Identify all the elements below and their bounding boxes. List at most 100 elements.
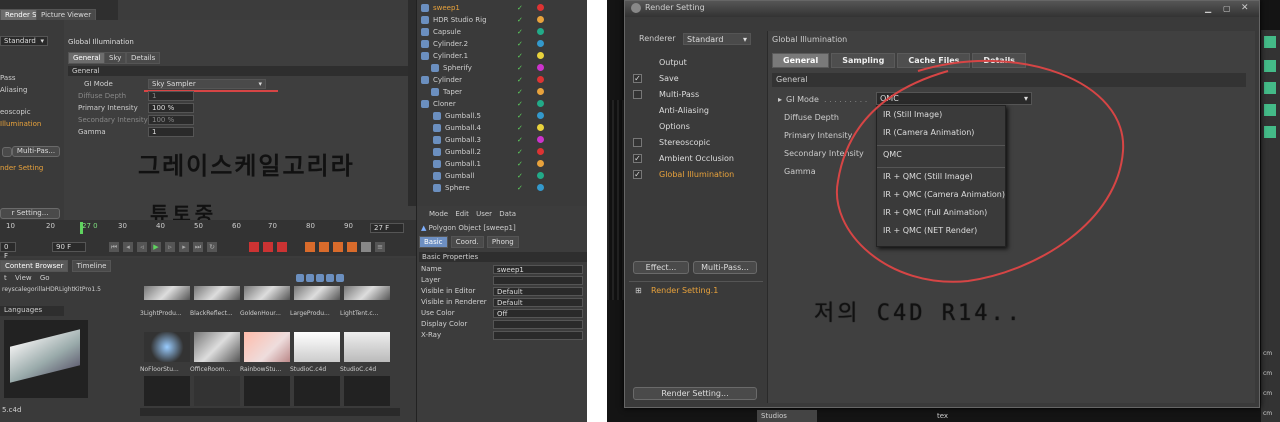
search-icon[interactable]	[296, 274, 304, 282]
check-icon[interactable]: ✓	[517, 110, 523, 122]
back-icon[interactable]	[306, 274, 314, 282]
thumbnail[interactable]	[194, 332, 240, 362]
cb-languages[interactable]: Languages	[0, 306, 64, 316]
record-icon[interactable]	[248, 241, 260, 253]
next-key-icon[interactable]: ▸	[178, 241, 190, 253]
prop-value[interactable]	[493, 276, 583, 285]
check-icon[interactable]: ✓	[517, 98, 523, 110]
object-row[interactable]: HDR Studio Rig ✓	[421, 14, 581, 26]
play-icon[interactable]: ▶	[150, 241, 162, 253]
object-row[interactable]: Cylinder.2 ✓	[421, 38, 581, 50]
thumbnail[interactable]	[144, 286, 190, 300]
checkbox[interactable]	[633, 138, 642, 147]
forward-icon[interactable]	[316, 274, 324, 282]
multipass-button[interactable]: Multi-Pas...	[12, 146, 60, 157]
attr-menu-item[interactable]: User Data	[476, 210, 516, 218]
expand-icon[interactable]: ⊞	[635, 286, 642, 295]
keyframe-icon[interactable]	[276, 241, 288, 253]
settings-item[interactable]: ✓ Ambient Occlusion	[625, 151, 765, 167]
thumbnail[interactable]	[294, 332, 340, 362]
renderer-select[interactable]: Standard ▾	[0, 36, 48, 46]
thumbnail[interactable]	[344, 286, 390, 300]
check-icon[interactable]: ✓	[517, 62, 523, 74]
param-field[interactable]: 100 %	[148, 115, 194, 125]
renderer-select[interactable]: Standard ▾	[683, 33, 751, 45]
effect-button[interactable]: Effect...	[633, 261, 689, 274]
multipass-button[interactable]: Multi-Pass...	[693, 261, 757, 274]
thumbnail[interactable]	[144, 376, 190, 406]
check-icon[interactable]: ✓	[517, 158, 523, 170]
material-tag-icon[interactable]	[537, 136, 544, 143]
current-frame-field[interactable]: 27 F	[370, 223, 404, 233]
check-icon[interactable]: ✓	[517, 50, 523, 62]
settings-item[interactable]: Options	[625, 119, 765, 135]
sidebar-item[interactable]: eoscopic	[0, 106, 31, 118]
render-setting-button[interactable]: Render Setting...	[633, 387, 757, 400]
param-field[interactable]: 100 %	[148, 103, 194, 113]
autokey-icon[interactable]	[262, 241, 274, 253]
prop-value[interactable]: sweep1	[493, 265, 583, 274]
param-key-icon[interactable]	[346, 241, 358, 253]
object-row[interactable]: Cloner ✓	[421, 98, 581, 110]
sort-icon[interactable]	[336, 274, 344, 282]
object-row[interactable]: Cylinder ✓	[421, 74, 581, 86]
render-setting-button[interactable]: r Setting...	[0, 208, 60, 219]
timeline-ruler[interactable]: 10 20 27 0 30 40 50 60 70 80 90	[0, 222, 416, 234]
object-row[interactable]: Capsule ✓	[421, 26, 581, 38]
settings-item[interactable]: Multi-Pass	[625, 87, 765, 103]
cb-menu-item[interactable]: Go	[40, 274, 50, 282]
settings-item[interactable]: Anti-Aliasing	[625, 103, 765, 119]
tool-icon[interactable]	[1264, 104, 1276, 116]
checkbox[interactable]: ✓	[633, 74, 642, 83]
settings-item[interactable]: Output	[625, 55, 765, 71]
menu-icon[interactable]: ≡	[374, 241, 386, 253]
material-tag-icon[interactable]	[537, 184, 544, 191]
checkbox[interactable]: ✓	[633, 154, 642, 163]
scrollbar[interactable]	[408, 0, 416, 206]
attr-menu-item[interactable]: Mode	[429, 210, 448, 218]
check-icon[interactable]: ✓	[517, 14, 523, 26]
cb-scrollbar[interactable]	[140, 408, 400, 416]
material-tag-icon[interactable]	[537, 40, 544, 47]
thumbnail[interactable]	[294, 286, 340, 300]
thumbnail[interactable]	[244, 332, 290, 362]
prop-value[interactable]: Off	[493, 309, 583, 318]
end-frame-field[interactable]: 90 F	[52, 242, 86, 252]
check-icon[interactable]: ✓	[517, 146, 523, 158]
param-field[interactable]: 1	[148, 91, 194, 101]
gi-mode-select[interactable]: Sky Sampler ▾	[148, 79, 266, 89]
tab-phong[interactable]: Phong	[486, 236, 519, 248]
tool-icon[interactable]	[1264, 60, 1276, 72]
check-icon[interactable]: ✓	[517, 2, 523, 14]
thumbnail[interactable]	[194, 376, 240, 406]
maximize-icon[interactable]: ▢	[1223, 4, 1231, 13]
tab-details[interactable]: Details	[126, 52, 161, 64]
object-row[interactable]: Gumball.2 ✓	[421, 146, 581, 158]
loop-icon[interactable]: ↻	[206, 241, 218, 253]
pla-key-icon[interactable]	[360, 241, 372, 253]
check-icon[interactable]: ✓	[517, 134, 523, 146]
thumbnail[interactable]	[144, 332, 190, 362]
thumbnail[interactable]	[344, 376, 390, 406]
material-tag-icon[interactable]	[537, 52, 544, 59]
material-tag-icon[interactable]	[537, 148, 544, 155]
check-icon[interactable]: ✓	[517, 182, 523, 194]
rotate-key-icon[interactable]	[318, 241, 330, 253]
collapse-icon[interactable]: ▸	[778, 95, 782, 104]
checkbox[interactable]: ✓	[633, 170, 642, 179]
object-row[interactable]: Sphere ✓	[421, 182, 581, 194]
prev-key-icon[interactable]: ◂	[122, 241, 134, 253]
cb-menu-item[interactable]: View	[15, 274, 32, 282]
material-tag-icon[interactable]	[537, 16, 544, 23]
bottom-tab[interactable]: Studios	[757, 410, 817, 422]
go-start-icon[interactable]: ⏮	[108, 241, 120, 253]
sidebar-item-gi[interactable]: Illumination	[0, 118, 41, 130]
thumbnail[interactable]	[194, 286, 240, 300]
material-tag-icon[interactable]	[537, 172, 544, 179]
check-icon[interactable]: ✓	[517, 86, 523, 98]
settings-item[interactable]: Stereoscopic	[625, 135, 765, 151]
material-tag-icon[interactable]	[537, 124, 544, 131]
tab-basic[interactable]: Basic	[419, 236, 448, 248]
object-row[interactable]: Gumball.3 ✓	[421, 134, 581, 146]
material-tag-icon[interactable]	[537, 76, 544, 83]
